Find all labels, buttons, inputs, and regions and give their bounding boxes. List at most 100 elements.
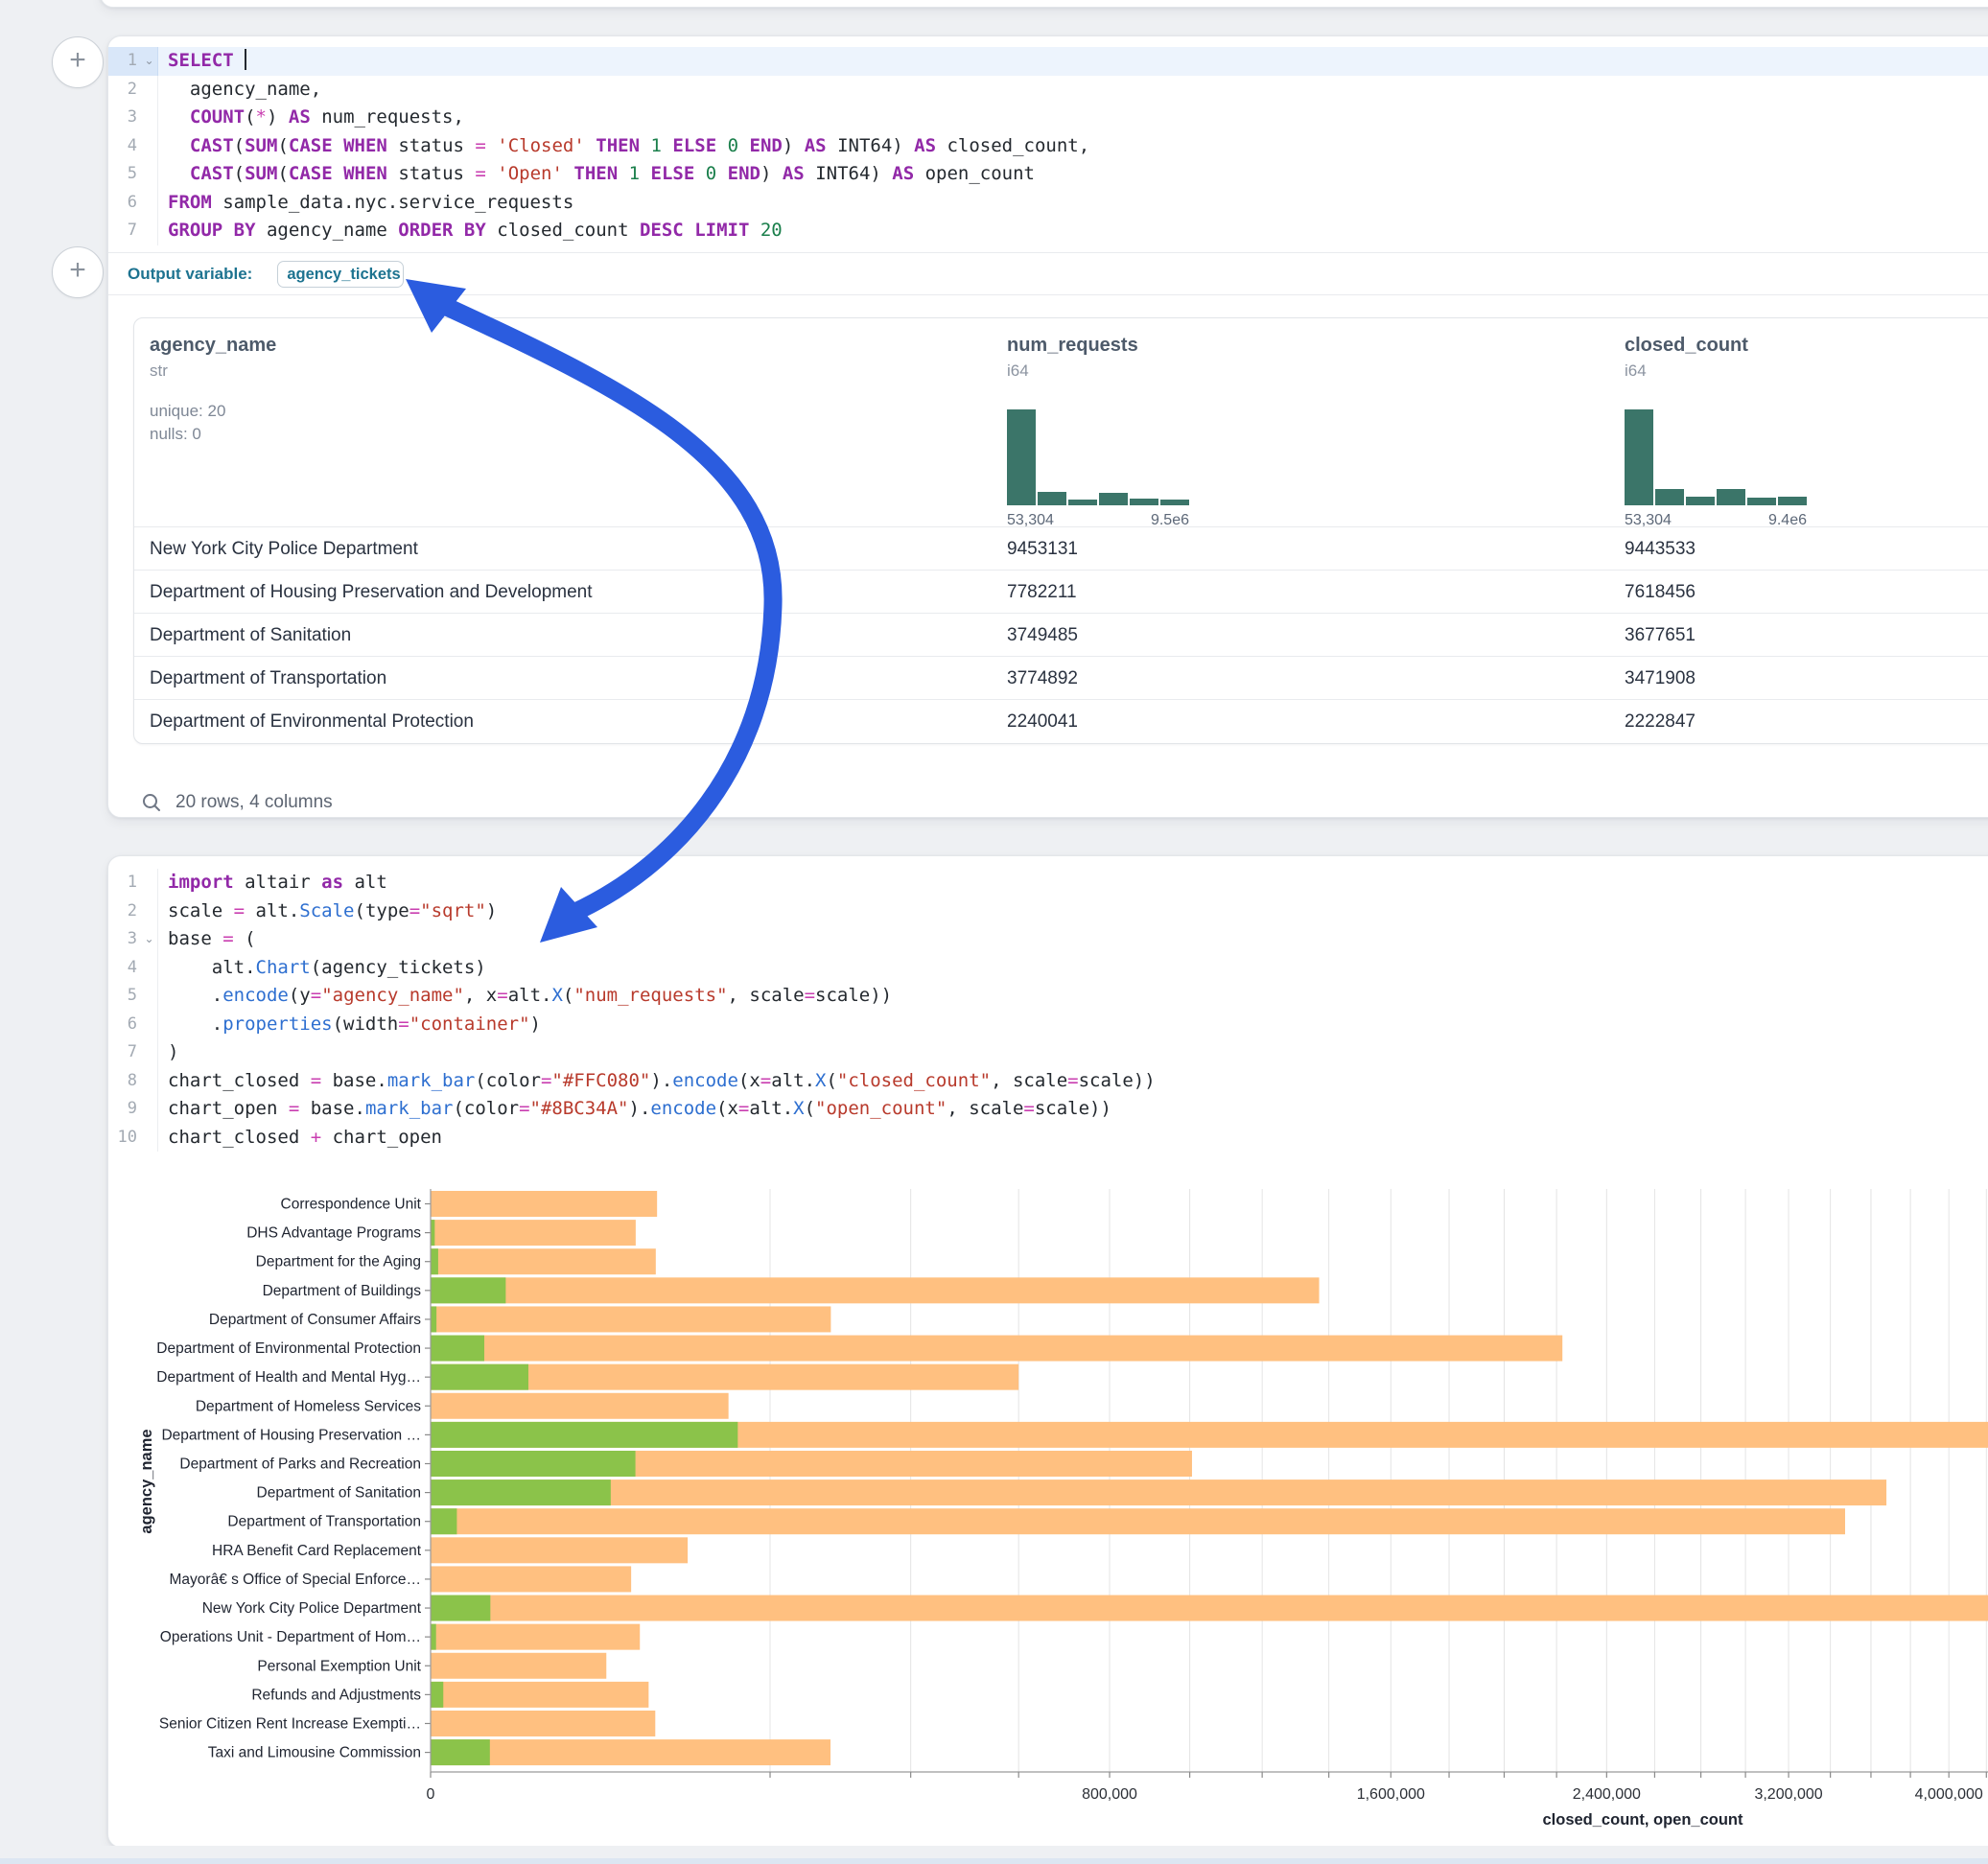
code-line[interactable]: 6FROM sample_data.nyc.service_requests — [108, 189, 1988, 218]
python-code-editor[interactable]: 1import altair as alt2scale = alt.Scale(… — [108, 869, 1988, 1152]
bar-closed-count — [431, 1682, 648, 1708]
column-header-agency_name[interactable]: agency_namestrunique: 20nulls: 0 — [150, 318, 821, 534]
code-line[interactable]: 3⌄base = ( — [108, 925, 1988, 954]
cell-gap — [0, 1846, 1988, 1858]
table-row-count: 20 rows, 4 columns — [175, 792, 333, 813]
code-line[interactable]: 1import altair as alt — [108, 869, 1988, 897]
add-cell-button-top[interactable]: + — [52, 36, 104, 88]
bar-open-count — [431, 1451, 636, 1477]
add-cell-button-output[interactable]: + — [52, 246, 104, 298]
table-row[interactable]: Department of Sanitation37494853677651 — [134, 613, 1988, 657]
line-number-gutter: 3 — [108, 104, 158, 132]
code-line[interactable]: 4 CAST(SUM(CASE WHEN status = 'Closed' T… — [108, 132, 1988, 161]
code-text[interactable]: chart_closed = base.mark_bar(color="#FFC… — [158, 1067, 1156, 1096]
table-cell-agency_name: Department of Sanitation — [150, 614, 351, 657]
code-line[interactable]: 9chart_open = base.mark_bar(color="#8BC3… — [108, 1095, 1988, 1124]
bar-closed-count — [431, 1393, 729, 1419]
bar-closed-count — [431, 1596, 1988, 1621]
bar-open-count — [431, 1248, 438, 1274]
code-line[interactable]: 5 CAST(SUM(CASE WHEN status = 'Open' THE… — [108, 160, 1988, 189]
output-variable-input[interactable]: agency_tickets — [277, 261, 404, 288]
code-text[interactable]: base = ( — [158, 925, 256, 954]
sql-cell-card: 1⌄SELECT 2 agency_name,3 COUNT(*) AS num… — [107, 35, 1988, 818]
table-row[interactable]: Department of Housing Preservation and D… — [134, 570, 1988, 614]
y-axis-label: Department for the Aging — [256, 1254, 421, 1270]
bar-closed-count — [431, 1191, 657, 1217]
bar-closed-count — [431, 1220, 636, 1246]
altair-bar-chart: Correspondence UnitDHS Advantage Program… — [107, 1158, 1988, 1846]
table-row[interactable]: Department of Transportation377489234719… — [134, 656, 1988, 700]
code-line[interactable]: 6 .properties(width="container") — [108, 1011, 1988, 1039]
code-text[interactable]: .properties(width="container") — [158, 1011, 541, 1039]
code-text[interactable]: SELECT — [158, 47, 1988, 76]
y-axis-label: Department of Parks and Recreation — [179, 1456, 421, 1472]
code-line[interactable]: 2scale = alt.Scale(type="sqrt") — [108, 897, 1988, 926]
bar-open-count — [431, 1596, 490, 1621]
table-cell-num_requests: 9453131 — [1007, 527, 1078, 571]
code-line[interactable]: 1⌄SELECT — [108, 47, 1988, 76]
bar-closed-count — [431, 1306, 830, 1332]
sql-code-editor[interactable]: 1⌄SELECT 2 agency_name,3 COUNT(*) AS num… — [108, 47, 1988, 245]
code-text[interactable]: scale = alt.Scale(type="sqrt") — [158, 897, 497, 926]
code-text[interactable]: .encode(y="agency_name", x=alt.X("num_re… — [158, 982, 892, 1011]
table-cell-num_requests: 3749485 — [1007, 614, 1078, 657]
code-text[interactable]: agency_name, — [158, 76, 321, 105]
table-cell-agency_name: Department of Housing Preservation and D… — [150, 571, 593, 614]
bar-open-count — [431, 1739, 490, 1765]
fold-chevron-icon[interactable]: ⌄ — [141, 925, 157, 954]
bar-open-count — [431, 1508, 456, 1534]
table-cell-num_requests: 7782211 — [1007, 571, 1077, 614]
table-row[interactable]: Department of Environmental Protection 22… — [134, 699, 1988, 743]
y-axis-label: Mayorâ€ s Office of Special Enforce… — [170, 1572, 421, 1588]
line-number-gutter: 3⌄ — [108, 925, 158, 954]
bar-open-count — [431, 1624, 436, 1650]
y-axis-label: Department of Housing Preservation … — [161, 1427, 421, 1443]
code-line[interactable]: 10chart_closed + chart_open — [108, 1124, 1988, 1153]
y-axis-label: Department of Buildings — [263, 1283, 422, 1299]
y-axis-label: Refunds and Adjustments — [251, 1687, 421, 1703]
bar-open-count — [431, 1306, 436, 1332]
code-text[interactable]: GROUP BY agency_name ORDER BY closed_cou… — [158, 217, 783, 245]
code-line[interactable]: 7) — [108, 1038, 1988, 1067]
column-header-closed_count[interactable]: closed_counti6453,3049.4e6 — [1625, 318, 1941, 534]
bar-closed-count — [431, 1624, 640, 1650]
x-axis-tick-label: 800,000 — [1082, 1786, 1137, 1803]
code-text[interactable]: chart_open = base.mark_bar(color="#8BC34… — [158, 1095, 1111, 1124]
bar-open-count — [431, 1277, 505, 1303]
x-axis-title: closed_count, open_count — [1542, 1811, 1743, 1829]
code-text[interactable]: FROM sample_data.nyc.service_requests — [158, 189, 573, 218]
code-text[interactable]: alt.Chart(agency_tickets) — [158, 954, 486, 983]
bar-closed-count — [431, 1248, 656, 1274]
code-line[interactable]: 7GROUP BY agency_name ORDER BY closed_co… — [108, 217, 1988, 245]
bar-closed-count — [431, 1480, 1886, 1505]
code-text[interactable]: import altair as alt — [158, 869, 387, 897]
y-axis-label: Department of Environmental Protection — [156, 1340, 421, 1357]
search-icon[interactable] — [141, 792, 162, 813]
bar-open-count — [431, 1364, 528, 1390]
code-line[interactable]: 2 agency_name, — [108, 76, 1988, 105]
code-text[interactable]: chart_closed + chart_open — [158, 1124, 442, 1153]
column-header-num_requests[interactable]: num_requestsi6453,3049.5e6 — [1007, 318, 1323, 534]
bar-open-count — [431, 1480, 611, 1505]
bar-closed-count — [431, 1739, 830, 1765]
line-number-gutter: 7 — [108, 1038, 158, 1067]
fold-chevron-icon[interactable]: ⌄ — [141, 47, 157, 76]
code-text[interactable]: ) — [158, 1038, 178, 1067]
line-number-gutter: 1 — [108, 869, 158, 897]
code-line[interactable]: 4 alt.Chart(agency_tickets) — [108, 954, 1988, 983]
y-axis-label: Correspondence Unit — [281, 1197, 422, 1213]
table-cell-closed_count: 2222847 — [1625, 700, 1696, 743]
table-cell-agency_name: Department of Environmental Protection — [150, 700, 474, 743]
table-row[interactable]: New York City Police Department945313194… — [134, 526, 1988, 571]
bar-closed-count — [431, 1653, 606, 1679]
code-line[interactable]: 3 COUNT(*) AS num_requests, — [108, 104, 1988, 132]
bar-closed-count — [431, 1566, 631, 1592]
line-number-gutter: 6 — [108, 189, 158, 218]
code-text[interactable]: CAST(SUM(CASE WHEN status = 'Closed' THE… — [158, 132, 1089, 161]
code-text[interactable]: CAST(SUM(CASE WHEN status = 'Open' THEN … — [158, 160, 1035, 189]
bar-closed-count — [431, 1336, 1562, 1362]
code-line[interactable]: 5 .encode(y="agency_name", x=alt.X("num_… — [108, 982, 1988, 1011]
code-line[interactable]: 8chart_closed = base.mark_bar(color="#FF… — [108, 1067, 1988, 1096]
code-text[interactable]: COUNT(*) AS num_requests, — [158, 104, 464, 132]
line-number-gutter: 5 — [108, 160, 158, 189]
